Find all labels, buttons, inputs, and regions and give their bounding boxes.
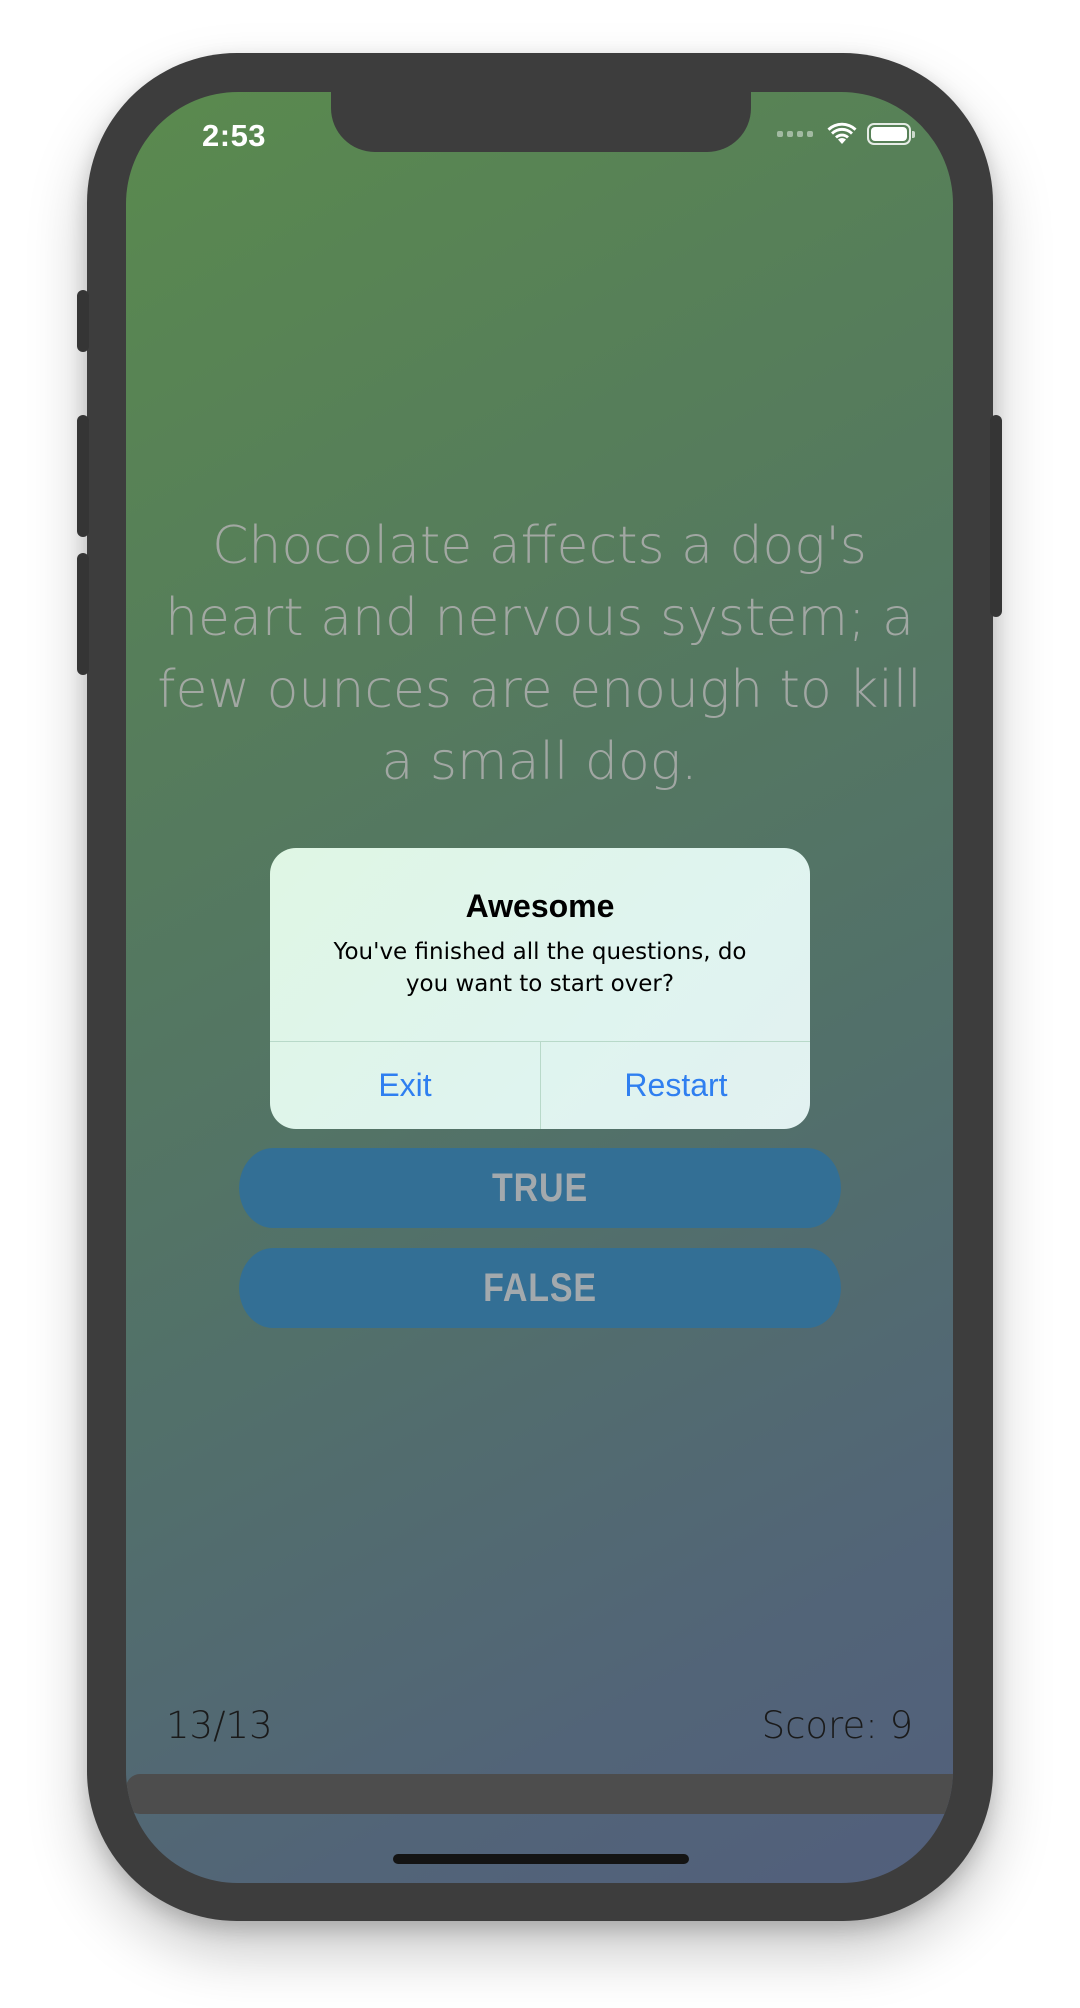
false-button-label: FALSE (483, 1265, 597, 1310)
progress-bar (126, 1774, 953, 1814)
status-time: 2:53 (202, 118, 267, 153)
exit-button[interactable]: Exit (270, 1042, 540, 1129)
restart-button[interactable]: Restart (541, 1042, 810, 1129)
volume-down-button (77, 553, 89, 675)
score-label: Score: 9 (761, 1704, 913, 1747)
wifi-icon (827, 122, 857, 144)
alert-message: You've finished all the questions, do yo… (333, 939, 747, 997)
battery-icon (867, 123, 915, 145)
completion-alert: Awesome You've finished all the question… (270, 848, 810, 1129)
status-icons (777, 122, 915, 146)
notch (331, 92, 751, 152)
question-progress-label: 13/13 (166, 1704, 273, 1747)
true-button-label: TRUE (492, 1165, 588, 1210)
true-button[interactable]: TRUE (239, 1148, 841, 1228)
stage: 2:53 Chocolate affects a dog's heart and… (0, 0, 1080, 2008)
volume-up-button (77, 415, 89, 537)
question-text: Chocolate affects a dog's heart and nerv… (157, 516, 922, 792)
false-button[interactable]: FALSE (239, 1248, 841, 1328)
home-indicator[interactable] (393, 1854, 689, 1864)
mute-switch (77, 290, 89, 352)
cellular-signal-icon (777, 131, 813, 137)
power-button (990, 415, 1002, 617)
screen: 2:53 Chocolate affects a dog's heart and… (126, 92, 953, 1883)
alert-title: Awesome (465, 888, 615, 924)
